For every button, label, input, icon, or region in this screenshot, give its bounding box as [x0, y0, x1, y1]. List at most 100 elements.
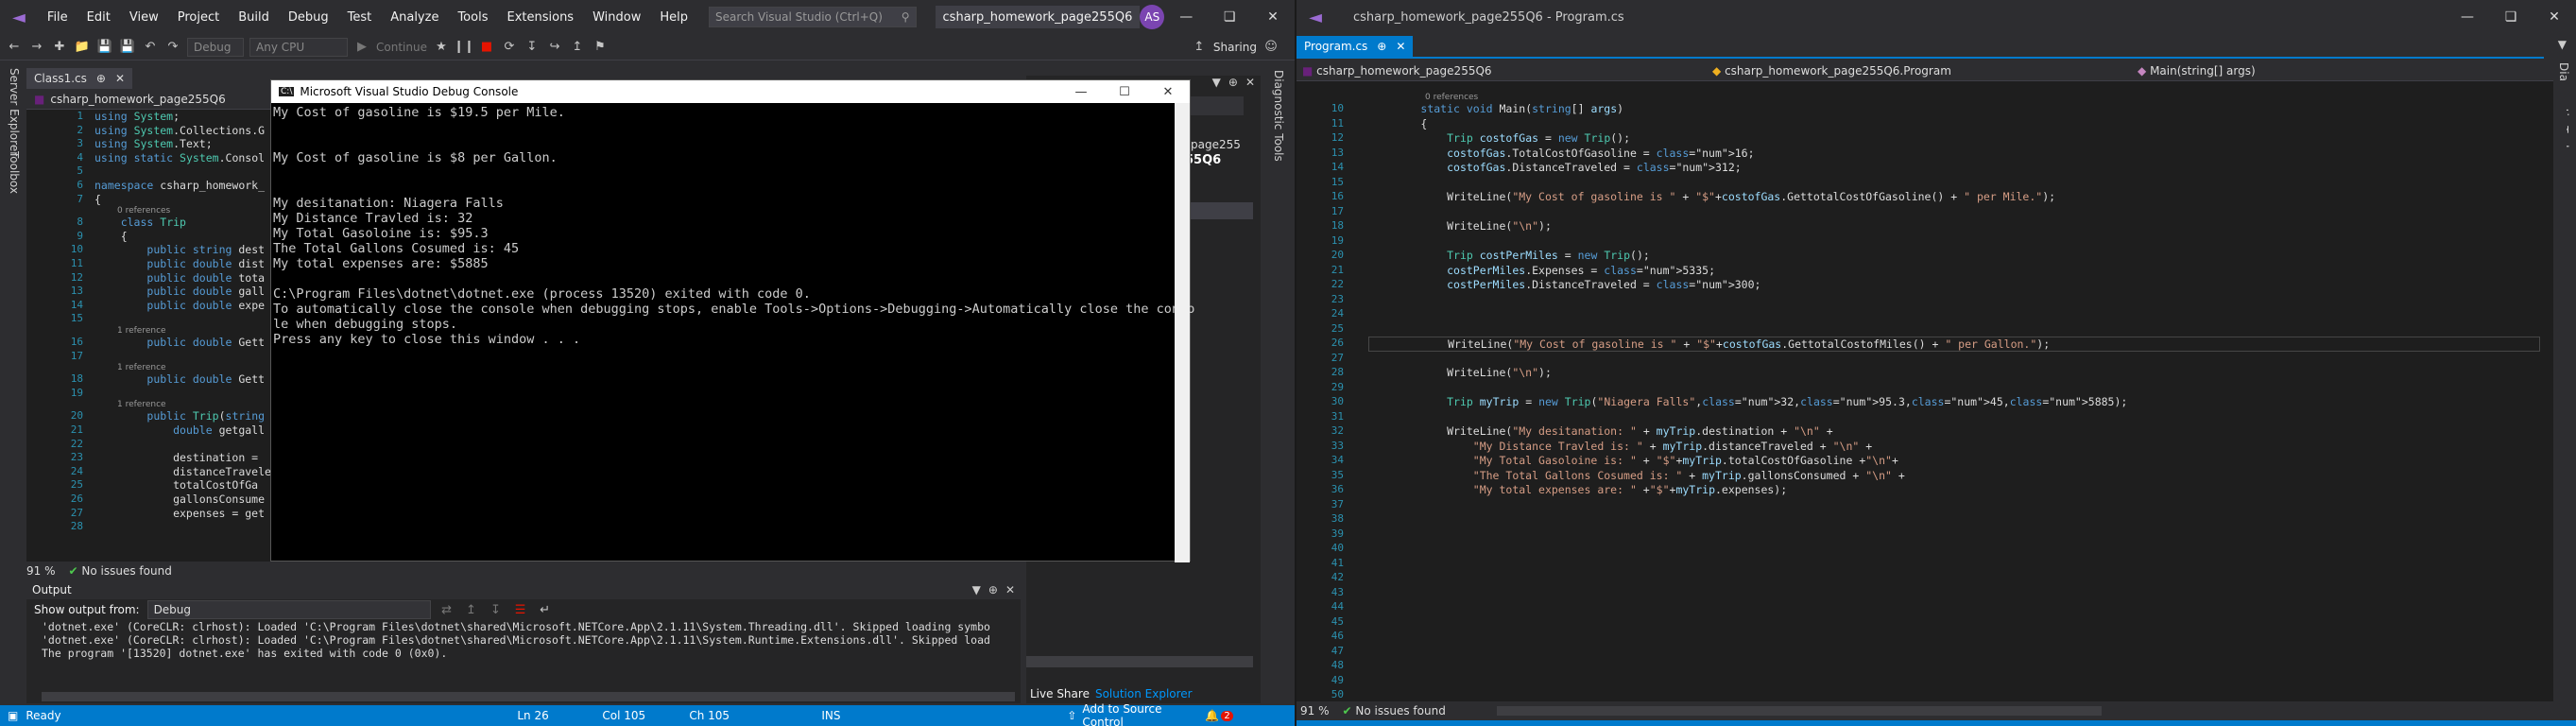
- console-output[interactable]: My Cost of gasoline is $19.5 per Mile. M…: [271, 103, 1194, 349]
- nav-project[interactable]: ■ csharp_homework_page255Q6: [1297, 64, 1712, 78]
- code-line[interactable]: public Trip(string: [94, 409, 265, 423]
- code-lens-references[interactable]: 1 reference: [117, 326, 166, 336]
- code-line[interactable]: "My Distance Travled is: " + myTrip.dist…: [1368, 440, 1872, 453]
- code-line[interactable]: costPerMiles.DistanceTraveled = class="n…: [1368, 278, 1760, 291]
- undo-icon[interactable]: ↶: [142, 39, 159, 56]
- code-line[interactable]: static void Main(string[] args): [1368, 102, 1623, 115]
- debug-console-window[interactable]: C:\ Microsoft Visual Studio Debug Consol…: [270, 79, 1194, 562]
- minimize-icon[interactable]: —: [1164, 9, 1208, 25]
- close-icon[interactable]: ✕: [2533, 9, 2576, 25]
- code-line[interactable]: WriteLine("My Cost of gasoline is " + "$…: [1368, 190, 2055, 203]
- close-panel-icon[interactable]: ✕: [1245, 76, 1255, 95]
- code-line[interactable]: {: [94, 193, 101, 206]
- pause-icon[interactable]: ❙❙: [454, 39, 474, 56]
- save-icon[interactable]: 💾: [96, 39, 113, 56]
- open-folder-icon[interactable]: 📁: [74, 39, 91, 56]
- minimize-icon[interactable]: —: [2446, 9, 2489, 25]
- code-line[interactable]: WriteLine("\n");: [1368, 219, 1552, 233]
- code-line[interactable]: namespace csharp_homework_: [94, 179, 265, 192]
- menu-extensions[interactable]: Extensions: [497, 10, 583, 25]
- search-input[interactable]: Search Visual Studio (Ctrl+Q) ⚲: [708, 7, 917, 27]
- code-line[interactable]: using static System.Consol: [94, 151, 265, 164]
- stop-icon[interactable]: ■: [478, 39, 495, 56]
- code-line[interactable]: public string dest: [94, 243, 265, 256]
- bookmark-icon[interactable]: ⚑: [592, 39, 609, 56]
- tab-class1[interactable]: Class1.cs ⊕ ✕: [26, 68, 132, 89]
- zoom-level[interactable]: 91 %: [1300, 704, 1330, 717]
- close-icon[interactable]: ✕: [1146, 80, 1190, 103]
- code-line[interactable]: destination =: [94, 451, 258, 464]
- new-project-icon[interactable]: ✚: [51, 39, 68, 56]
- output-scrollbar[interactable]: [42, 692, 1015, 701]
- find-icon[interactable]: ⇄: [438, 601, 455, 618]
- menu-debug[interactable]: Debug: [279, 10, 338, 25]
- next-icon[interactable]: ↧: [488, 601, 505, 618]
- code-lens-references[interactable]: 0 references: [1425, 93, 1478, 102]
- pin-icon[interactable]: ⊕: [1377, 40, 1386, 53]
- code-line[interactable]: {: [1368, 117, 1427, 130]
- pin-icon[interactable]: ⊕: [988, 583, 998, 596]
- toolbox-tab[interactable]: Toolbox: [8, 151, 21, 194]
- code-line[interactable]: costofGas.TotalCostOfGasoline = class="n…: [1368, 147, 1754, 160]
- vertical-scrollbar[interactable]: [2553, 81, 2567, 701]
- forward-icon[interactable]: →: [28, 39, 45, 56]
- menu-test[interactable]: Test: [338, 10, 382, 25]
- configuration-select[interactable]: Debug: [187, 37, 244, 57]
- code-line[interactable]: totalCostOfGa: [94, 478, 258, 492]
- code-line[interactable]: public double dist: [94, 257, 265, 270]
- output-source-select[interactable]: Debug: [146, 600, 431, 619]
- avatar[interactable]: AS: [1140, 5, 1165, 29]
- tree-item-project[interactable]: _page255: [1185, 138, 1241, 151]
- platform-select[interactable]: Any CPU: [249, 37, 348, 57]
- code-line[interactable]: gallonsConsume: [94, 493, 265, 506]
- code-line[interactable]: class Trip: [94, 216, 186, 229]
- feedback-icon[interactable]: ☺: [1262, 39, 1279, 56]
- code-line[interactable]: Trip myTrip = new Trip("Niagera Falls",c…: [1368, 395, 2127, 408]
- code-line[interactable]: distanceTravele: [94, 465, 270, 478]
- code-line[interactable]: costofGas.DistanceTraveled = class="num"…: [1368, 161, 1742, 174]
- tab-solution-explorer[interactable]: Solution Explorer: [1095, 687, 1193, 700]
- upload-icon[interactable]: ⇧: [1067, 709, 1076, 722]
- close-panel-icon[interactable]: ✕: [1005, 583, 1015, 596]
- menu-view[interactable]: View: [120, 10, 168, 25]
- nav-member[interactable]: ◆ Main(string[] args): [2138, 64, 2256, 78]
- code-line[interactable]: costPerMiles.Expenses = class="num">5335…: [1368, 264, 1715, 277]
- code-line[interactable]: double getgall: [94, 424, 265, 437]
- menu-file[interactable]: File: [38, 10, 77, 25]
- pin-icon[interactable]: ▼: [1212, 76, 1221, 95]
- code-lens-references[interactable]: 0 references: [117, 206, 170, 216]
- menu-window[interactable]: Window: [583, 10, 650, 25]
- fire-icon[interactable]: ★: [433, 39, 450, 56]
- add-to-source-control[interactable]: Add to Source Control: [1082, 702, 1205, 726]
- nav-class[interactable]: ◆ csharp_homework_page255Q6.Program: [1712, 64, 2138, 78]
- close-tab-icon[interactable]: ✕: [1396, 40, 1405, 53]
- horizontal-scrollbar[interactable]: [1496, 706, 2102, 716]
- code-editor-right[interactable]: 0 references 10 static void Main(string[]…: [1297, 81, 2553, 701]
- play-icon[interactable]: ▶: [353, 39, 370, 56]
- back-icon[interactable]: ←: [6, 39, 23, 56]
- code-line[interactable]: public double expe: [94, 299, 265, 312]
- clear-all-icon[interactable]: ☰: [512, 601, 529, 618]
- restore-icon[interactable]: ❏: [1208, 9, 1251, 25]
- word-wrap-icon[interactable]: ↵: [537, 601, 554, 618]
- code-line[interactable]: "My Total Gasoloine is: " + "$"+myTrip.t…: [1368, 454, 1898, 467]
- issues-status[interactable]: No issues found: [1355, 704, 1445, 717]
- redo-icon[interactable]: ↷: [164, 39, 181, 56]
- menu-analyze[interactable]: Analyze: [381, 10, 448, 25]
- tab-overflow-icon[interactable]: ▼: [2558, 38, 2567, 51]
- code-line[interactable]: using System;: [94, 110, 180, 123]
- code-line[interactable]: Trip costofGas = new Trip();: [1368, 131, 1630, 145]
- code-line[interactable]: public double Gett: [94, 336, 265, 349]
- console-scrollbar[interactable]: [1175, 103, 1190, 562]
- console-titlebar[interactable]: C:\ Microsoft Visual Studio Debug Consol…: [271, 80, 1190, 103]
- code-line[interactable]: "The Total Gallons Cosumed is: " + myTri…: [1368, 469, 1905, 482]
- close-icon[interactable]: ✕: [1251, 9, 1295, 25]
- continue-button[interactable]: Continue: [376, 41, 427, 54]
- save-all-icon[interactable]: 💾: [119, 39, 136, 56]
- code-line[interactable]: WriteLine("My Cost of gasoline is " + "$…: [1368, 337, 2540, 352]
- step-into-icon[interactable]: ↧: [524, 39, 541, 56]
- code-lens-references[interactable]: 1 reference: [117, 363, 166, 372]
- menu-project[interactable]: Project: [168, 10, 229, 25]
- nav-project[interactable]: csharp_homework_page255Q6: [50, 93, 225, 106]
- code-line[interactable]: using System.Text;: [94, 137, 213, 150]
